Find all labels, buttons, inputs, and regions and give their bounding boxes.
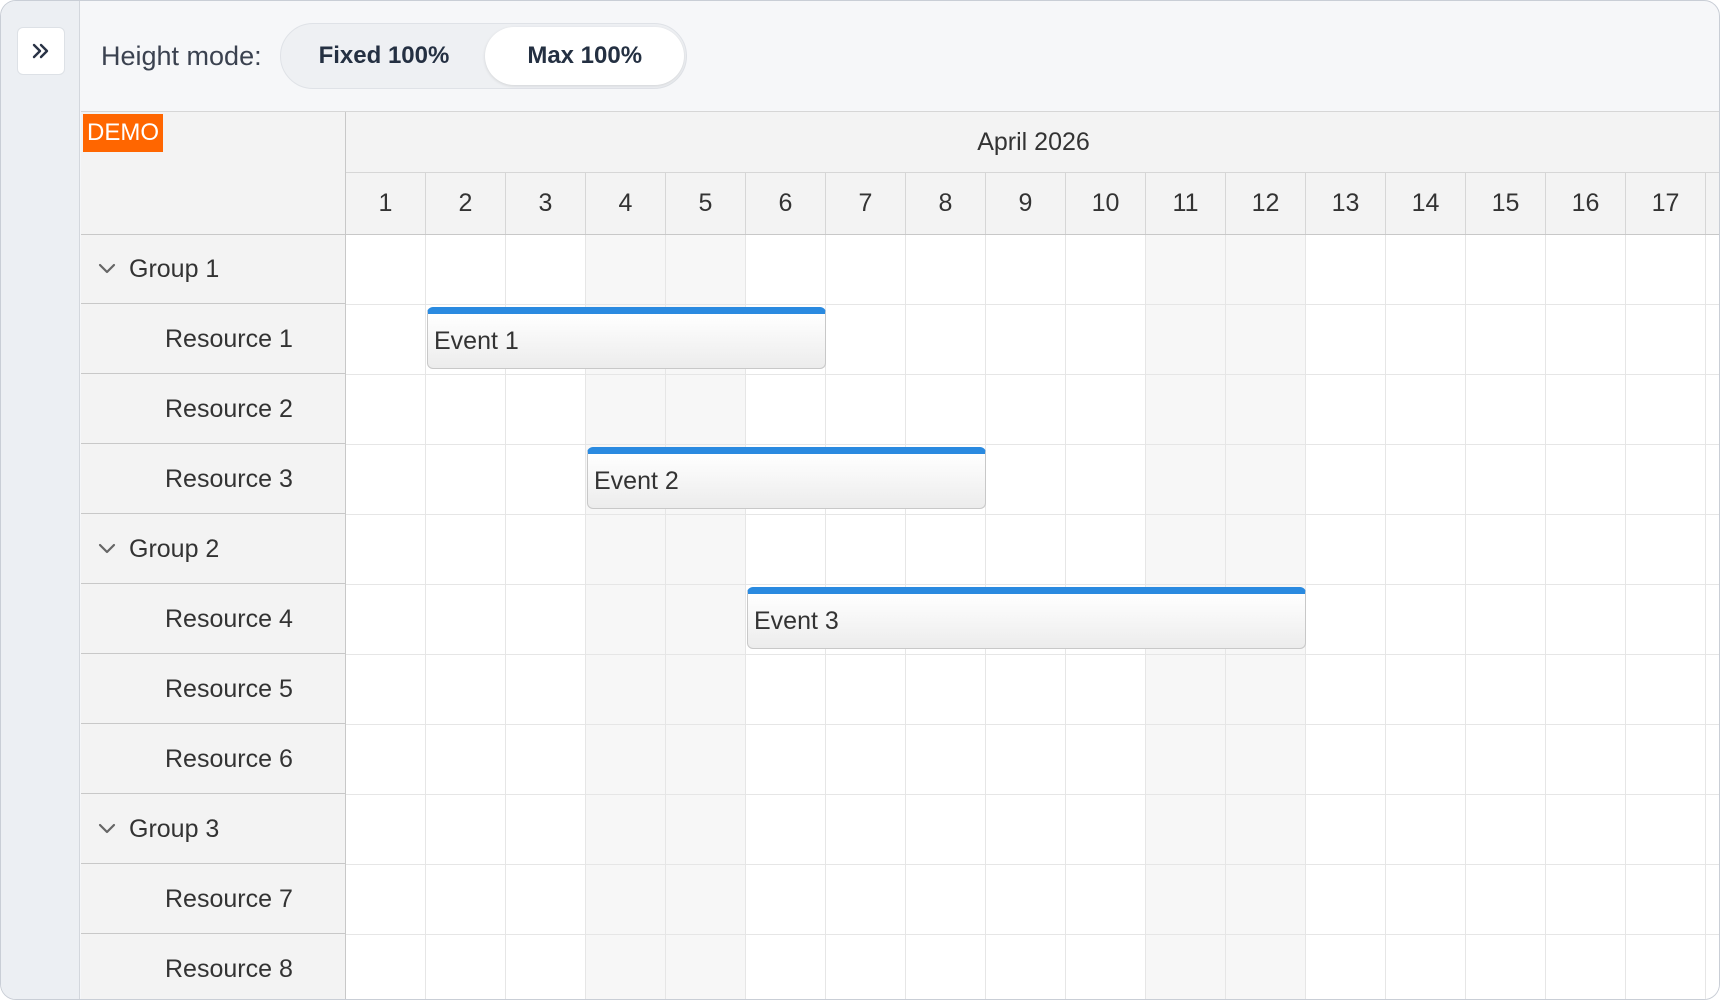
day-column xyxy=(346,235,426,999)
group-row-header[interactable]: Group 1 xyxy=(81,235,345,304)
day-column xyxy=(1306,235,1386,999)
day-header-cell: 14 xyxy=(1386,173,1466,234)
scheduler-corner: DEMO xyxy=(81,112,346,235)
fixed-100-option[interactable]: Fixed 100% xyxy=(283,27,486,85)
day-header-cell: 13 xyxy=(1306,173,1386,234)
day-header-cell: 4 xyxy=(586,173,666,234)
day-header-cell: 17 xyxy=(1626,173,1706,234)
day-column xyxy=(1626,235,1706,999)
resource-label: Resource 5 xyxy=(165,674,293,703)
day-header-cell: 9 xyxy=(986,173,1066,234)
chevron-down-icon[interactable] xyxy=(93,535,121,563)
demo-badge: DEMO xyxy=(83,114,163,152)
app-frame: Height mode: Fixed 100% Max 100% DEMO Ap… xyxy=(0,0,1720,1000)
row-divider xyxy=(346,304,1719,305)
event-bar[interactable]: Event 1 xyxy=(427,307,826,369)
resource-row-header: Resource 7 xyxy=(81,865,345,934)
day-header-cell: 5 xyxy=(666,173,746,234)
event-bar[interactable]: Event 3 xyxy=(747,587,1306,649)
resource-row-header: Resource 4 xyxy=(81,585,345,654)
resource-row-header: Resource 5 xyxy=(81,655,345,724)
resource-row-header: Resource 2 xyxy=(81,375,345,444)
resource-label: Resource 8 xyxy=(165,954,293,983)
month-label: April 2026 xyxy=(977,127,1090,156)
day-column xyxy=(1706,235,1719,999)
day-header-cell: 18 xyxy=(1706,173,1719,234)
double-chevron-right-icon xyxy=(32,43,49,59)
day-header-cell: 12 xyxy=(1226,173,1306,234)
resource-row-header: Resource 3 xyxy=(81,445,345,514)
resource-label: Resource 4 xyxy=(165,604,293,633)
row-divider xyxy=(346,374,1719,375)
day-header-cell: 2 xyxy=(426,173,506,234)
scheduler: DEMO April 2026 1 2 3 4 5 6 7 8 9 10 11 12 13 14 15 16 1… xyxy=(81,111,1719,999)
day-header-cell: 15 xyxy=(1466,173,1546,234)
group-label: Group 1 xyxy=(129,254,220,283)
group-label: Group 3 xyxy=(129,814,220,843)
day-header-cell: 16 xyxy=(1546,173,1626,234)
row-divider xyxy=(346,794,1719,795)
resource-label: Resource 1 xyxy=(165,324,293,353)
day-header-row: 123456789101112131415161718 xyxy=(346,173,1719,235)
day-column xyxy=(1386,235,1466,999)
group-row-header[interactable]: Group 2 xyxy=(81,515,345,584)
resource-label: Resource 2 xyxy=(165,394,293,423)
row-divider xyxy=(346,514,1719,515)
row-divider xyxy=(346,654,1719,655)
height-mode-label: Height mode: xyxy=(101,40,262,71)
expand-sidebar-button[interactable] xyxy=(17,27,65,75)
day-header-cell: 3 xyxy=(506,173,586,234)
group-label: Group 2 xyxy=(129,534,220,563)
side-rail xyxy=(1,1,80,999)
month-header: April 2026 xyxy=(346,112,1719,173)
resource-row-header: Resource 1 xyxy=(81,305,345,374)
resource-row-header: Resource 8 xyxy=(81,935,345,999)
row-divider xyxy=(346,444,1719,445)
max-100-option[interactable]: Max 100% xyxy=(485,27,685,85)
resource-row-header: Resource 6 xyxy=(81,725,345,794)
resource-label: Resource 3 xyxy=(165,464,293,493)
chevron-down-icon[interactable] xyxy=(93,255,121,283)
toolbar: Height mode: Fixed 100% Max 100% xyxy=(81,1,1719,111)
resource-label: Resource 7 xyxy=(165,884,293,913)
row-divider xyxy=(346,584,1719,585)
day-header-cell: 7 xyxy=(826,173,906,234)
day-header-cell: 6 xyxy=(746,173,826,234)
day-header-cell: 1 xyxy=(346,173,426,234)
row-divider xyxy=(346,934,1719,935)
height-mode-toggle: Fixed 100% Max 100% xyxy=(279,23,688,89)
group-row-header[interactable]: Group 3 xyxy=(81,795,345,864)
resource-label: Resource 6 xyxy=(165,744,293,773)
day-header-cell: 10 xyxy=(1066,173,1146,234)
resource-list: Group 1 Resource 1 Resource 2 Resource 3 Gro… xyxy=(81,235,346,999)
day-header-cell: 8 xyxy=(906,173,986,234)
scheduler-grid[interactable]: Event 1 Event 2 Event 3 xyxy=(346,235,1719,999)
chevron-down-icon[interactable] xyxy=(93,815,121,843)
day-header-cell: 11 xyxy=(1146,173,1226,234)
event-bar[interactable]: Event 2 xyxy=(587,447,986,509)
day-column xyxy=(1466,235,1546,999)
day-column xyxy=(1546,235,1626,999)
row-divider xyxy=(346,864,1719,865)
row-divider xyxy=(346,724,1719,725)
